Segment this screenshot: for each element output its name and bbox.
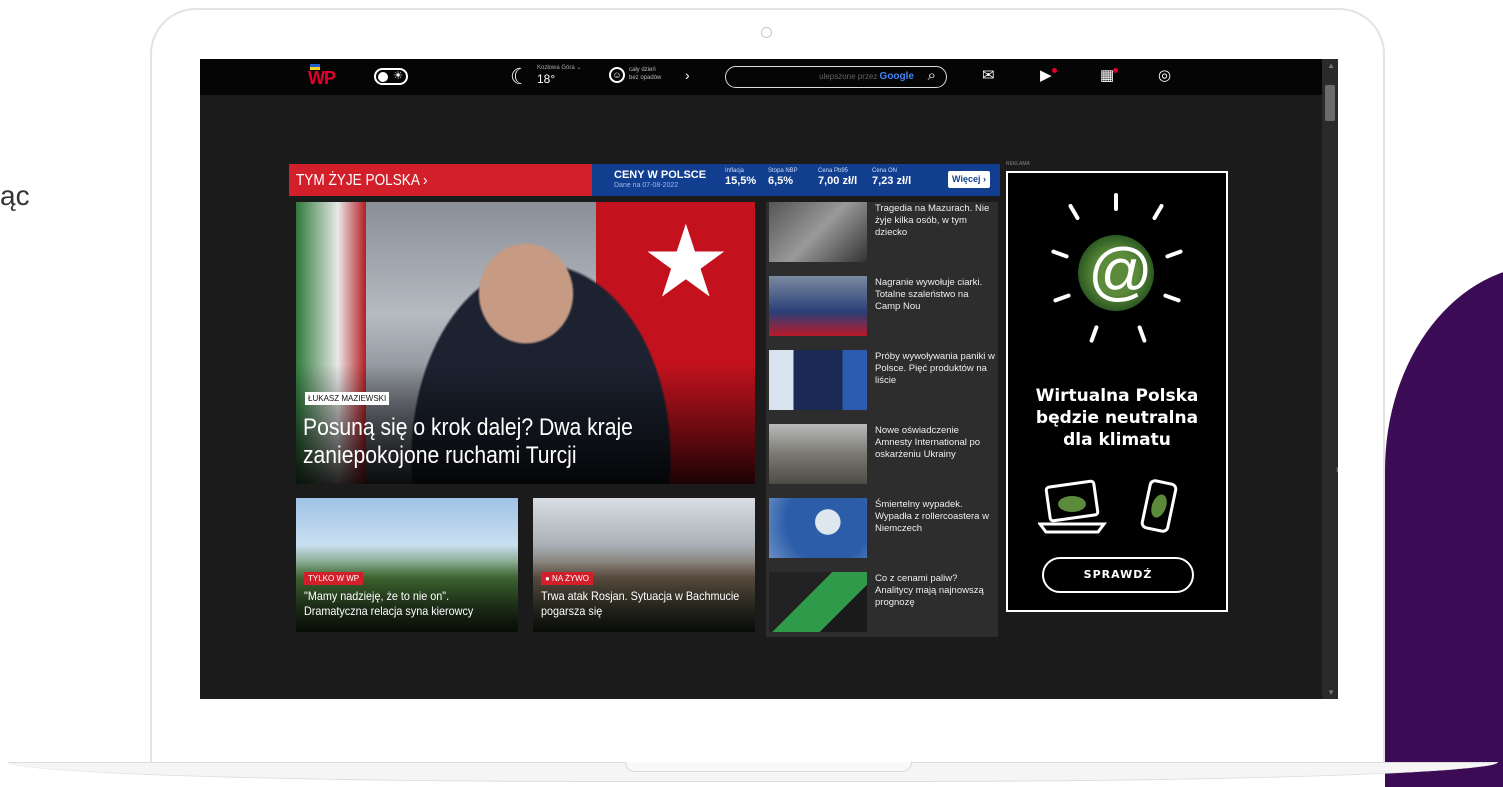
apps-notification-dot xyxy=(1113,68,1118,73)
sun-icon: ☀ xyxy=(393,70,403,82)
camera-icon xyxy=(761,27,772,38)
list-item[interactable]: Co z cenami paliw? Analitycy mają najnow… xyxy=(769,572,997,634)
price-nbp-rate: Stopa NBP 6,5% xyxy=(768,168,798,187)
mail-icon[interactable]: ✉ xyxy=(982,67,995,85)
news-card[interactable]: ● NA ŻYWO Trwa atak Rosjan. Sytuacja w B… xyxy=(533,498,755,632)
wp-climate-logo: @ xyxy=(1050,193,1184,353)
news-list: Tragedia na Mazurach. Nie żyje kilka osó… xyxy=(766,202,998,637)
smiley-icon: ☺ xyxy=(609,67,625,83)
news-headline[interactable]: Nagranie wywołuje ciarki. Totalne szaleń… xyxy=(875,277,995,313)
google-label: Google xyxy=(879,71,914,82)
list-item[interactable]: Nagranie wywołuje ciarki. Totalne szaleń… xyxy=(769,276,997,338)
page-stage: ąc WP ☀ ☾ Kozłowa Góra ⌄ 18° ☺ cały dzie… xyxy=(0,0,1503,787)
top-navigation-bar: WP ☀ ☾ Kozłowa Góra ⌄ 18° ☺ cały dzień b… xyxy=(200,59,1322,95)
sun-ray xyxy=(1151,203,1165,221)
price-inflation: Inflacja 15,5% xyxy=(725,168,756,187)
news-card[interactable]: TYLKO W WP "Mamy nadzieję, że to nie on"… xyxy=(296,498,518,632)
price-value: 7,23 zł/l xyxy=(872,175,912,187)
sun-ray xyxy=(1052,293,1072,303)
price-value: 6,5% xyxy=(768,175,794,187)
section-header: TYM ŻYJE POLSKA › CENY W POLSCE Dane na … xyxy=(289,164,1000,196)
price-label: Stopa NBP xyxy=(768,168,798,174)
more-prices-button[interactable]: Więcej › xyxy=(948,171,990,188)
news-thumbnail xyxy=(769,572,867,632)
sun-ray xyxy=(1050,249,1070,259)
forecast-line-2: bez opadów xyxy=(629,75,662,81)
hero-headline[interactable]: Posuną się o krok dalej? Dwa kraje zanie… xyxy=(303,414,690,470)
scrollbar[interactable]: ▲ ▼ xyxy=(1322,59,1338,699)
news-headline[interactable]: Próby wywoływania paniki w Polsce. Pięć … xyxy=(875,351,995,387)
sun-ray xyxy=(1164,249,1184,259)
news-thumbnail xyxy=(769,350,867,410)
check-button[interactable]: SPRAWDŹ xyxy=(1042,557,1194,593)
prices-panel: CENY W POLSCE Dane na 07-08-2022 Inflacj… xyxy=(592,164,1000,196)
laptop-notch xyxy=(625,762,912,772)
ad-label: REKLAMA xyxy=(1006,161,1030,167)
list-item[interactable]: Śmiertelny wypadek. Wypadła z rollercoas… xyxy=(769,498,997,560)
forecast-text: cały dzień bez opadów xyxy=(629,66,661,82)
scroll-thumb[interactable] xyxy=(1325,85,1335,121)
user-account-icon[interactable]: ◎ xyxy=(1158,67,1171,85)
toggle-knob xyxy=(378,72,388,82)
weather-temperature: 18° xyxy=(537,72,556,86)
weather-city[interactable]: Kozłowa Góra ⌄ xyxy=(537,64,581,71)
browser-screen: WP ☀ ☾ Kozłowa Góra ⌄ 18° ☺ cały dzień b… xyxy=(200,59,1338,699)
news-headline[interactable]: Tragedia na Mazurach. Nie żyje kilka osó… xyxy=(875,203,995,239)
sun-ray xyxy=(1114,193,1118,211)
news-headline[interactable]: Co z cenami paliw? Analitycy mają najnow… xyxy=(875,573,995,609)
wp-logo[interactable]: WP xyxy=(308,68,336,89)
price-value: 15,5% xyxy=(725,175,757,187)
sun-ray xyxy=(1089,324,1099,344)
exclusive-badge: TYLKO W WP xyxy=(304,572,364,585)
forecast-line-1: cały dzień xyxy=(629,67,656,73)
laptop-phone-icon xyxy=(1038,479,1178,534)
price-value: 7,00 zł/l xyxy=(818,175,858,187)
search-brand-prefix: ulepszone przez xyxy=(819,72,880,81)
price-pb95: Cena Pb95 7,00 zł/l xyxy=(818,168,857,187)
ad-headline-line-3: dla klimatu xyxy=(1063,430,1171,450)
news-headline[interactable]: Nowe oświadczenie Amnesty International … xyxy=(875,425,995,461)
card-headline[interactable]: Trwa atak Rosjan. Sytuacja w Bachmucie p… xyxy=(541,589,748,619)
search-icon[interactable]: ⌕ xyxy=(928,67,936,84)
moon-icon: ☾ xyxy=(510,64,530,89)
news-thumbnail xyxy=(769,424,867,484)
side-caption: ąc xyxy=(0,180,30,211)
price-label: Inflacja xyxy=(725,168,745,174)
advertisement-banner[interactable]: @ Wirtualna Polska będzie neutralna dla … xyxy=(1006,171,1228,612)
search-brand: ulepszone przez Google xyxy=(819,71,914,82)
at-icon: @ xyxy=(1088,235,1153,307)
prices-date: Dane na 07-08-2022 xyxy=(614,182,679,189)
news-headline[interactable]: Śmiertelny wypadek. Wypadła z rollercoas… xyxy=(875,499,995,535)
ad-headline: Wirtualna Polska będzie neutralna dla kl… xyxy=(1008,385,1226,451)
card-headline[interactable]: "Mamy nadzieję, że to nie on". Dramatycz… xyxy=(304,589,511,619)
video-icon[interactable]: ▶ xyxy=(1040,67,1052,85)
section-title-link[interactable]: TYM ŻYJE POLSKA › xyxy=(296,172,427,190)
sun-ray xyxy=(1162,293,1182,303)
news-thumbnail xyxy=(769,498,867,558)
sun-ray xyxy=(1137,324,1147,344)
news-thumbnail xyxy=(769,202,867,262)
purple-decor xyxy=(1385,265,1503,787)
ad-headline-line-1: Wirtualna Polska xyxy=(1035,386,1199,406)
ad-headline-line-2: będzie neutralna xyxy=(1035,408,1199,428)
dark-mode-toggle[interactable]: ☀ xyxy=(374,68,408,85)
price-on: Cena ON 7,23 zł/l xyxy=(872,168,911,187)
author-badge: ŁUKASZ MAZIEWSKI xyxy=(305,392,390,405)
scroll-down-icon[interactable]: ▼ xyxy=(1327,688,1335,697)
video-notification-dot xyxy=(1052,68,1057,73)
price-label: Cena ON xyxy=(872,168,898,174)
sun-ray xyxy=(1067,203,1081,221)
list-item[interactable]: Próby wywoływania paniki w Polsce. Pięć … xyxy=(769,350,997,412)
search-input[interactable]: ulepszone przez Google ⌕ xyxy=(725,66,947,88)
list-item[interactable]: Tragedia na Mazurach. Nie żyje kilka osó… xyxy=(769,202,997,264)
news-thumbnail xyxy=(769,276,867,336)
list-item[interactable]: Nowe oświadczenie Amnesty International … xyxy=(769,424,997,486)
price-label: Cena Pb95 xyxy=(818,168,849,174)
chevron-right-icon[interactable]: › xyxy=(685,67,690,83)
live-badge: ● NA ŻYWO xyxy=(541,572,593,585)
prices-title: CENY W POLSCE xyxy=(614,169,707,181)
scroll-up-icon[interactable]: ▲ xyxy=(1327,61,1335,70)
chevron-right-icon[interactable]: › xyxy=(1336,464,1338,474)
